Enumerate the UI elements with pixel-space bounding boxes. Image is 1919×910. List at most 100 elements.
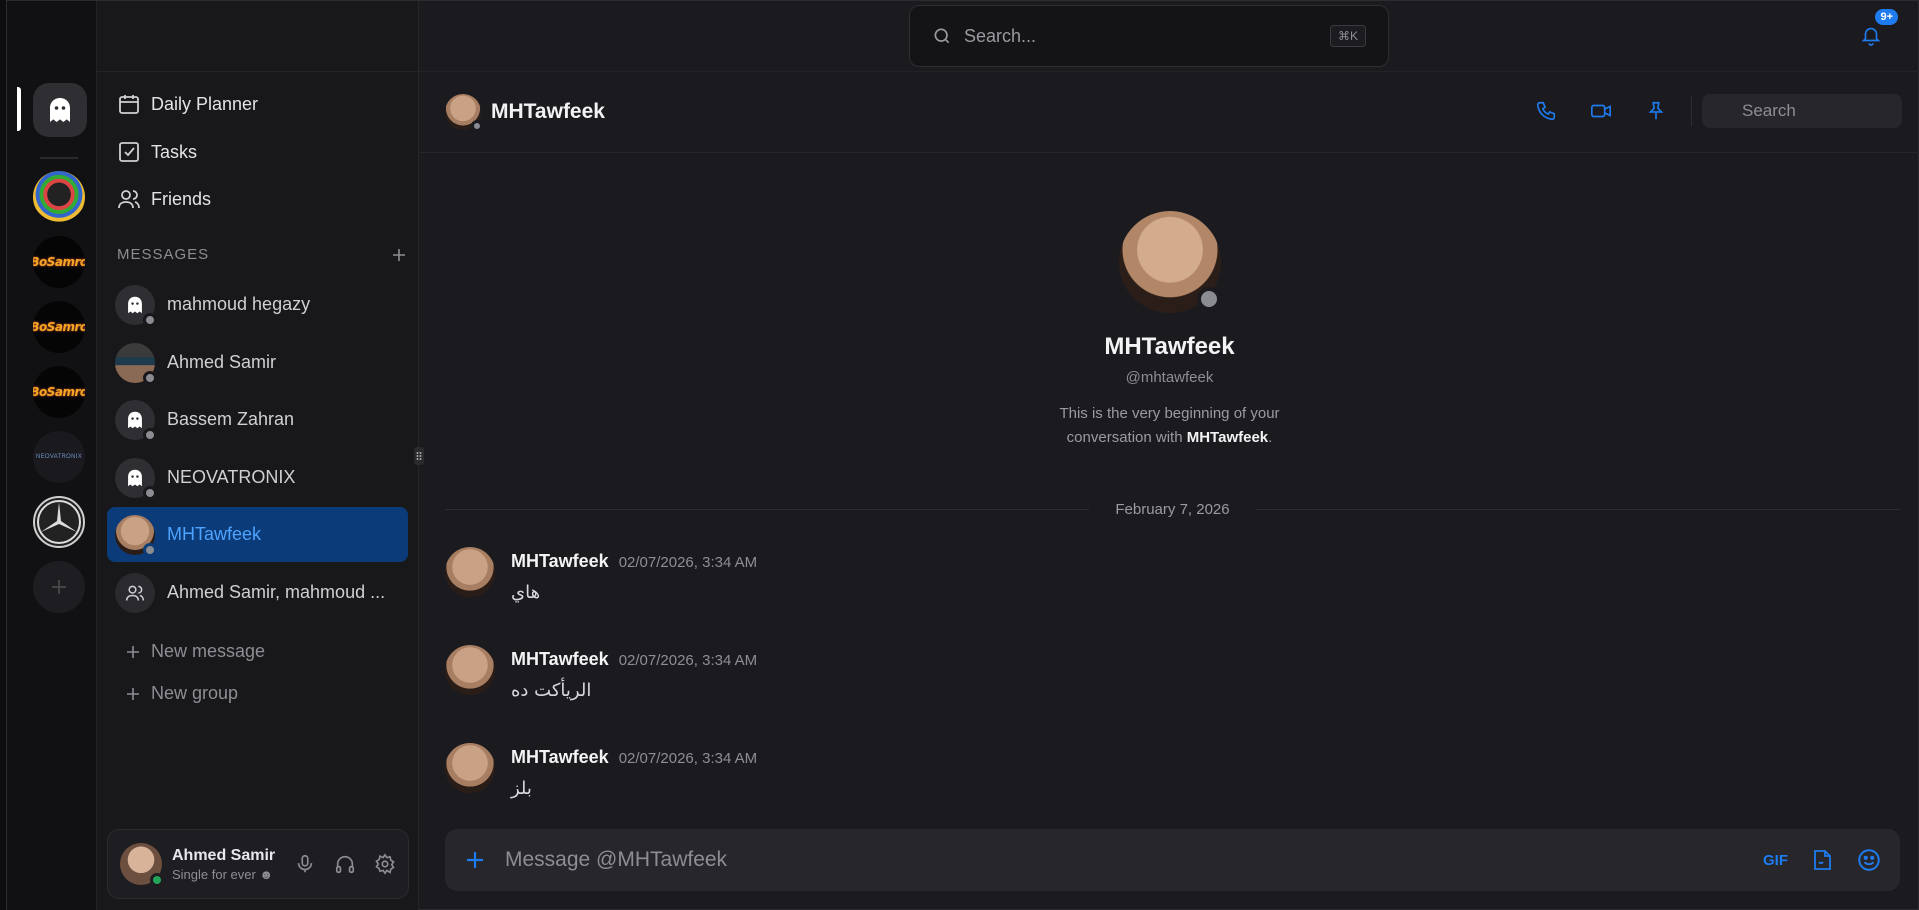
date-label: February 7, 2026 (1115, 500, 1230, 518)
search-placeholder: Search... (964, 25, 1037, 46)
message-header: MHTawfeek 02/07/2026, 3:34 AM (511, 649, 757, 670)
status-dot (1196, 287, 1221, 311)
intro-description: This is the very beginning of your conve… (1040, 402, 1300, 450)
nav-label: Daily Planner (151, 93, 259, 114)
nav-label: Tasks (151, 141, 198, 162)
message-input[interactable]: Message @MHTawfeek (505, 848, 1763, 872)
message-avatar[interactable] (445, 645, 495, 695)
server-logo-text: BoSamro (33, 255, 85, 269)
new-group-link[interactable]: New group (125, 683, 238, 704)
bell-icon[interactable] (1860, 23, 1882, 47)
nav-label: Friends (151, 188, 212, 209)
shortcut-hint: ⌘K (1329, 25, 1366, 47)
plus-icon[interactable] (391, 247, 407, 263)
direct-messages-home-button[interactable] (33, 83, 87, 137)
message-content: MHTawfeek 02/07/2026, 3:34 AM بلز (511, 743, 757, 799)
dm-name: NEOVATRONIX (167, 467, 296, 487)
dm-item[interactable]: mahmoud hegazy (107, 277, 408, 332)
server-icon-neovatronix[interactable]: NEOVATRONIX (33, 431, 85, 483)
gif-button[interactable]: GIF (1763, 852, 1788, 869)
user-name: Ahmed Samir (172, 846, 276, 864)
avatar (115, 399, 157, 442)
avatar (115, 457, 157, 500)
message-author[interactable]: MHTawfeek (511, 649, 609, 670)
composer-tools: GIF (1763, 847, 1882, 873)
message[interactable]: MHTawfeek 02/07/2026, 3:34 AM بلز (445, 743, 757, 799)
sticker-icon[interactable] (1810, 848, 1834, 872)
intro-handle: @mhtawfeek (1125, 369, 1214, 386)
voice-call-button[interactable] (1518, 100, 1573, 122)
server-logo-text: BoSamro (33, 385, 85, 399)
message[interactable]: MHTawfeek 02/07/2026, 3:34 AM الريأكت ده (445, 645, 757, 701)
top-bar: Search... ⌘K 9+ (419, 1, 1919, 72)
plus-icon (52, 580, 66, 594)
sidebar-header (97, 1, 418, 72)
chat-header: MHTawfeek Search (419, 72, 1919, 153)
dm-name: Ahmed Samir, mahmoud ... (167, 582, 386, 602)
dm-name: MHTawfeek (167, 524, 262, 544)
server-logo-text: NEOVATRONIX (35, 454, 83, 460)
global-search-input[interactable]: Search... ⌘K (909, 5, 1389, 67)
ghost-icon (128, 411, 142, 428)
chat-search-input[interactable]: Search (1702, 94, 1902, 128)
server-icon-mercedes[interactable] (33, 496, 85, 548)
server-icon-bosamro[interactable]: BoSamro (33, 301, 85, 353)
message-avatar[interactable] (445, 743, 495, 793)
new-message-link[interactable]: New message (125, 641, 265, 662)
message[interactable]: MHTawfeek 02/07/2026, 3:34 AM هاي (445, 547, 757, 603)
nav-tasks[interactable]: Tasks (117, 134, 197, 170)
dm-item[interactable]: Bassem Zahran (107, 392, 408, 447)
header-actions: Search (1518, 94, 1902, 128)
message-avatar[interactable] (445, 547, 495, 597)
phone-icon (1536, 101, 1555, 121)
avatar (115, 342, 157, 385)
server-rail: BoSamro BoSamro BoSamro NEOVATRONIX (7, 1, 97, 910)
ghost-icon (50, 98, 70, 122)
status-dot (143, 427, 157, 442)
message-author[interactable]: MHTawfeek (511, 551, 609, 572)
pinned-messages-button[interactable] (1628, 100, 1683, 122)
server-icon-bosamro[interactable]: BoSamro (33, 366, 85, 418)
dm-item-active[interactable]: MHTawfeek (107, 507, 408, 562)
gear-icon[interactable] (374, 853, 396, 875)
headphones-icon[interactable] (334, 853, 356, 875)
message-author[interactable]: MHTawfeek (511, 747, 609, 768)
dm-group-item[interactable]: Ahmed Samir, mahmoud ... (107, 565, 408, 620)
microphone-icon[interactable] (294, 853, 316, 875)
message-timestamp: 02/07/2026, 3:34 AM (618, 554, 758, 571)
notification-badge: 9+ (1875, 9, 1898, 25)
avatar (115, 514, 157, 557)
intro-name: MHTawfeek (1104, 333, 1235, 360)
divider-line (1255, 508, 1900, 510)
server-icon-bosamro[interactable]: BoSamro (33, 236, 85, 288)
server-icon-colorful[interactable] (33, 171, 85, 223)
plus-icon[interactable] (463, 848, 487, 872)
nav-daily-planner[interactable]: Daily Planner (117, 86, 258, 122)
chat-avatar[interactable] (445, 94, 483, 132)
dm-item[interactable]: Ahmed Samir (107, 335, 408, 390)
message-timestamp: 02/07/2026, 3:34 AM (618, 652, 758, 669)
chat-search-placeholder: Search (1742, 101, 1796, 120)
user-meta[interactable]: Ahmed Samir Single for ever ☻ (172, 847, 294, 882)
user-panel: Ahmed Samir Single for ever ☻ (107, 829, 409, 899)
dm-item[interactable]: NEOVATRONIX (107, 450, 408, 505)
message-text: بلز (511, 778, 532, 799)
dm-name: Bassem Zahran (167, 409, 295, 429)
plus-icon (127, 645, 139, 658)
add-server-button[interactable] (33, 561, 85, 613)
ghost-icon (128, 469, 142, 486)
nav-friends[interactable]: Friends (117, 181, 211, 217)
message-text: الريأكت ده (511, 680, 592, 701)
emoji-icon[interactable] (1856, 847, 1882, 873)
search-icon (934, 28, 950, 44)
dm-name: mahmoud hegazy (167, 294, 311, 314)
video-call-button[interactable] (1573, 100, 1628, 122)
avatar (115, 572, 155, 613)
messages-section-header: MESSAGES (117, 246, 407, 263)
dm-name: Ahmed Samir (167, 352, 277, 372)
user-avatar[interactable] (120, 843, 164, 887)
user-status: Single for ever ☻ (172, 866, 274, 882)
conversation-intro: MHTawfeek @mhtawfeek This is the very be… (419, 211, 1919, 450)
intro-avatar[interactable] (1118, 211, 1221, 313)
message-header: MHTawfeek 02/07/2026, 3:34 AM (511, 747, 757, 768)
